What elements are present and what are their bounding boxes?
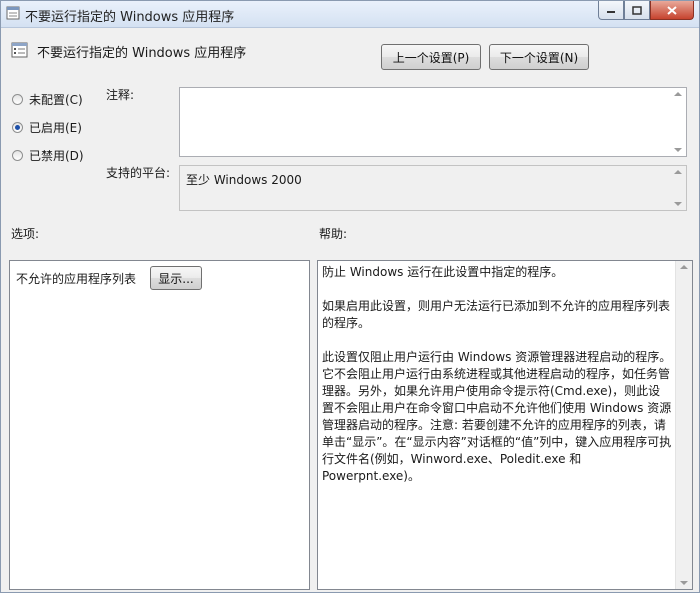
comment-textarea[interactable] [179,87,687,157]
comment-scrollbar[interactable] [670,88,686,156]
radio-circle [12,94,23,105]
radio-label: 已启用(E) [29,121,82,135]
scroll-down-icon[interactable] [674,148,682,152]
scroll-up-icon[interactable] [674,170,682,174]
policy-setting-icon [11,42,28,58]
radio-label: 未配置(C) [29,93,83,107]
title-bar: 不要运行指定的 Windows 应用程序 [1,1,699,28]
maximize-button[interactable] [624,1,650,20]
options-label: 选项: [11,227,40,241]
radio-not-configured[interactable]: 未配置(C) [12,91,83,108]
scroll-down-icon[interactable] [674,202,682,206]
maximize-icon [632,5,642,15]
policy-title: 不要运行指定的 Windows 应用程序 [37,46,247,61]
help-paragraph: 如果启用此设置，则用户无法运行已添加到不允许的应用程序列表的程序。 [322,299,671,330]
policy-editor-window: 不要运行指定的 Windows 应用程序 不要运行指定的 Windows 应用程… [0,0,700,593]
previous-setting-button[interactable]: 上一个设置(P) [381,44,481,70]
help-pane: 防止 Windows 运行在此设置中指定的程序。 如果启用此设置，则用户无法运行… [317,260,693,590]
window-title: 不要运行指定的 Windows 应用程序 [25,10,235,25]
scroll-up-icon[interactable] [674,92,682,96]
platform-label: 支持的平台: [106,166,171,180]
help-text: 防止 Windows 运行在此设置中指定的程序。 如果启用此设置，则用户无法运行… [322,264,672,502]
radio-circle-selected [12,122,23,133]
help-label: 帮助: [319,227,348,241]
minimize-button[interactable] [598,1,624,20]
next-setting-button[interactable]: 下一个设置(N) [489,44,589,70]
scroll-down-icon[interactable] [680,581,688,585]
policy-window-icon [6,6,20,20]
radio-dot [15,125,20,130]
help-paragraph: 防止 Windows 运行在此设置中指定的程序。 [322,265,564,279]
options-pane: 不允许的应用程序列表 显示... [9,260,310,590]
platform-scrollbar[interactable] [670,166,686,210]
radio-enabled[interactable]: 已启用(E) [12,119,82,136]
scroll-up-icon[interactable] [680,265,688,269]
close-icon [667,5,677,15]
platform-field: 至少 Windows 2000 [179,165,687,211]
comment-label: 注释: [106,88,135,102]
platform-value: 至少 Windows 2000 [186,173,302,187]
help-scrollbar[interactable] [675,261,692,589]
help-paragraph: 此设置仅阻止用户运行由 Windows 资源管理器进程启动的程序。它不会阻止用户… [322,350,672,483]
radio-circle [12,150,23,161]
minimize-icon [607,11,615,13]
radio-disabled[interactable]: 已禁用(D) [12,147,84,164]
disallowed-apps-label: 不允许的应用程序列表 [16,272,137,286]
window-controls [598,1,694,20]
radio-label: 已禁用(D) [29,149,84,163]
show-button[interactable]: 显示... [150,266,202,290]
close-button[interactable] [650,1,694,20]
